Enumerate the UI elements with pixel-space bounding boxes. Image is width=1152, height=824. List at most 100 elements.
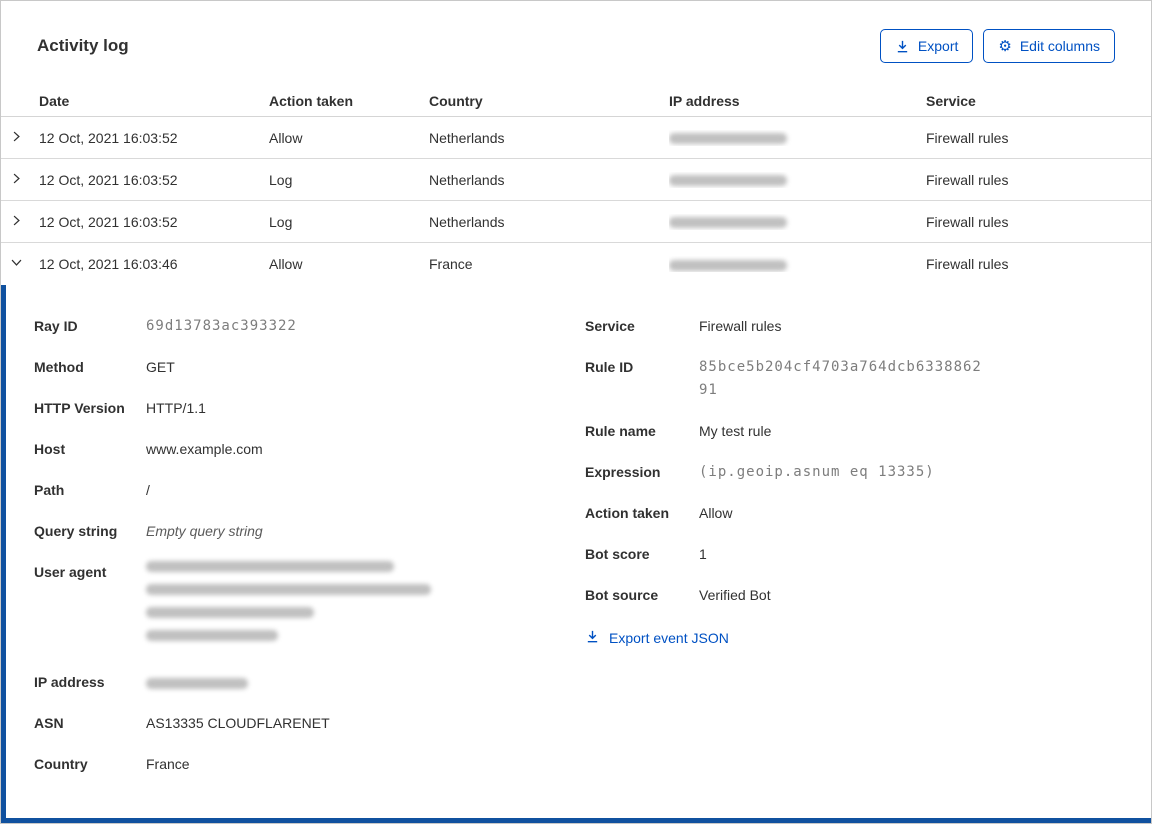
field-label: User agent	[34, 564, 107, 580]
field-label: Ray ID	[34, 318, 78, 334]
row-country: Netherlands	[429, 129, 505, 146]
field-value: Allow	[699, 505, 733, 521]
event-detail-left-column: Ray ID 69d13783ac393322 Method GET HTTP …	[34, 315, 585, 794]
field-path: Path /	[34, 479, 585, 502]
row-date: 12 Oct, 2021 16:03:52	[39, 129, 178, 146]
chevron-right-icon	[10, 214, 23, 230]
field-label: Path	[34, 482, 65, 498]
event-detail-right-column: Service Firewall rules Rule ID 85bce5b20…	[585, 315, 1123, 647]
row-date: 12 Oct, 2021 16:03:52	[39, 171, 178, 188]
field-http-version: HTTP Version HTTP/1.1	[34, 397, 585, 420]
field-value: (ip.geoip.asnum eq 13335)	[699, 464, 935, 480]
field-value: HTTP/1.1	[146, 400, 206, 416]
field-label: Method	[34, 359, 84, 375]
field-label: Action taken	[585, 505, 670, 521]
field-ip-address: IP address	[34, 671, 585, 694]
row-date: 12 Oct, 2021 16:03:52	[39, 213, 178, 230]
field-value-redacted	[146, 671, 248, 694]
row-action-taken: Allow	[269, 129, 303, 146]
row-ip-address-redacted	[669, 214, 926, 230]
column-header-date: Date	[39, 92, 70, 109]
field-method: Method GET	[34, 356, 585, 379]
field-bot-score: Bot score 1	[585, 543, 1123, 566]
column-header-ip-address: IP address	[669, 92, 740, 109]
column-header-action-taken: Action taken	[269, 92, 354, 109]
chevron-right-icon	[10, 172, 23, 188]
expand-row-toggle[interactable]	[1, 130, 39, 146]
field-value: 1	[699, 546, 707, 562]
column-header-country: Country	[429, 92, 483, 109]
export-event-json-label: Export event JSON	[609, 630, 729, 646]
table-row-expanded[interactable]: 12 Oct, 2021 16:03:46 Allow France Firew…	[1, 243, 1151, 285]
field-value: GET	[146, 359, 175, 375]
table-row[interactable]: 12 Oct, 2021 16:03:52 Allow Netherlands …	[1, 117, 1151, 159]
field-country: Country France	[34, 753, 585, 776]
field-value-redacted	[146, 561, 431, 653]
collapse-row-toggle[interactable]	[1, 256, 39, 272]
field-rule-id: Rule ID 85bce5b204cf4703a764dcb633886291	[585, 356, 1123, 402]
field-bot-source: Bot source Verified Bot	[585, 584, 1123, 607]
row-service: Firewall rules	[926, 129, 1009, 146]
field-value: Verified Bot	[699, 587, 771, 603]
field-label: Bot source	[585, 587, 659, 603]
download-icon	[895, 39, 910, 54]
field-value: 69d13783ac393322	[146, 318, 297, 334]
field-label: Host	[34, 441, 66, 457]
field-value: Empty query string	[146, 523, 263, 539]
topbar: Activity log Export ⚙ Edit columns	[1, 1, 1151, 85]
export-button-label: Export	[917, 38, 959, 54]
field-label: Service	[585, 318, 635, 334]
row-action-taken: Log	[269, 213, 293, 230]
gear-icon: ⚙	[998, 37, 1012, 55]
row-country: Netherlands	[429, 171, 505, 188]
field-rule-name: Rule name My test rule	[585, 420, 1123, 443]
field-label: Query string	[34, 523, 118, 539]
field-ray-id: Ray ID 69d13783ac393322	[34, 315, 585, 338]
field-label: Rule ID	[585, 359, 634, 375]
field-user-agent: User agent	[34, 561, 585, 653]
row-ip-address-redacted	[669, 130, 926, 146]
field-value: France	[146, 756, 190, 772]
row-ip-address-redacted	[669, 256, 926, 272]
field-value: /	[146, 482, 150, 498]
page-title: Activity log	[37, 36, 129, 55]
field-expression: Expression (ip.geoip.asnum eq 13335)	[585, 461, 1123, 484]
field-label: Country	[34, 756, 88, 772]
edit-columns-button-label: Edit columns	[1019, 38, 1100, 54]
edit-columns-button[interactable]: ⚙ Edit columns	[983, 29, 1115, 63]
field-value: 85bce5b204cf4703a764dcb633886291	[699, 359, 982, 398]
row-service: Firewall rules	[926, 171, 1009, 188]
download-icon	[585, 629, 600, 647]
expand-row-toggle[interactable]	[1, 172, 39, 188]
field-value: My test rule	[699, 423, 772, 439]
field-label: Bot score	[585, 546, 650, 562]
field-query-string: Query string Empty query string	[34, 520, 585, 543]
field-label: HTTP Version	[34, 400, 125, 416]
field-asn: ASN AS13335 CLOUDFLARENET	[34, 712, 585, 735]
chevron-right-icon	[10, 130, 23, 146]
chevron-down-icon	[10, 256, 23, 272]
row-country: Netherlands	[429, 213, 505, 230]
field-service: Service Firewall rules	[585, 315, 1123, 338]
row-action-taken: Allow	[269, 256, 303, 272]
field-label: IP address	[34, 674, 105, 690]
field-value: www.example.com	[146, 441, 263, 457]
export-event-json-link[interactable]: Export event JSON	[585, 629, 729, 647]
row-country: France	[429, 256, 473, 272]
table-row[interactable]: 12 Oct, 2021 16:03:52 Log Netherlands Fi…	[1, 201, 1151, 243]
expand-row-toggle[interactable]	[1, 214, 39, 230]
column-header-service: Service	[926, 92, 976, 109]
table-row[interactable]: 12 Oct, 2021 16:03:52 Log Netherlands Fi…	[1, 159, 1151, 201]
topbar-actions: Export ⚙ Edit columns	[879, 29, 1115, 63]
row-service: Firewall rules	[926, 213, 1009, 230]
field-label: Expression	[585, 464, 661, 480]
bottom-accent-bar	[1, 818, 1151, 823]
export-button[interactable]: Export	[879, 29, 974, 63]
row-action-taken: Log	[269, 171, 293, 188]
field-label: Rule name	[585, 423, 656, 439]
table-header: Date Action taken Country IP address Ser…	[1, 85, 1151, 117]
activity-log-panel: Activity log Export ⚙ Edit columns Date …	[0, 0, 1152, 824]
row-service: Firewall rules	[926, 256, 1009, 272]
row-date: 12 Oct, 2021 16:03:46	[39, 256, 178, 272]
field-label: ASN	[34, 715, 64, 731]
